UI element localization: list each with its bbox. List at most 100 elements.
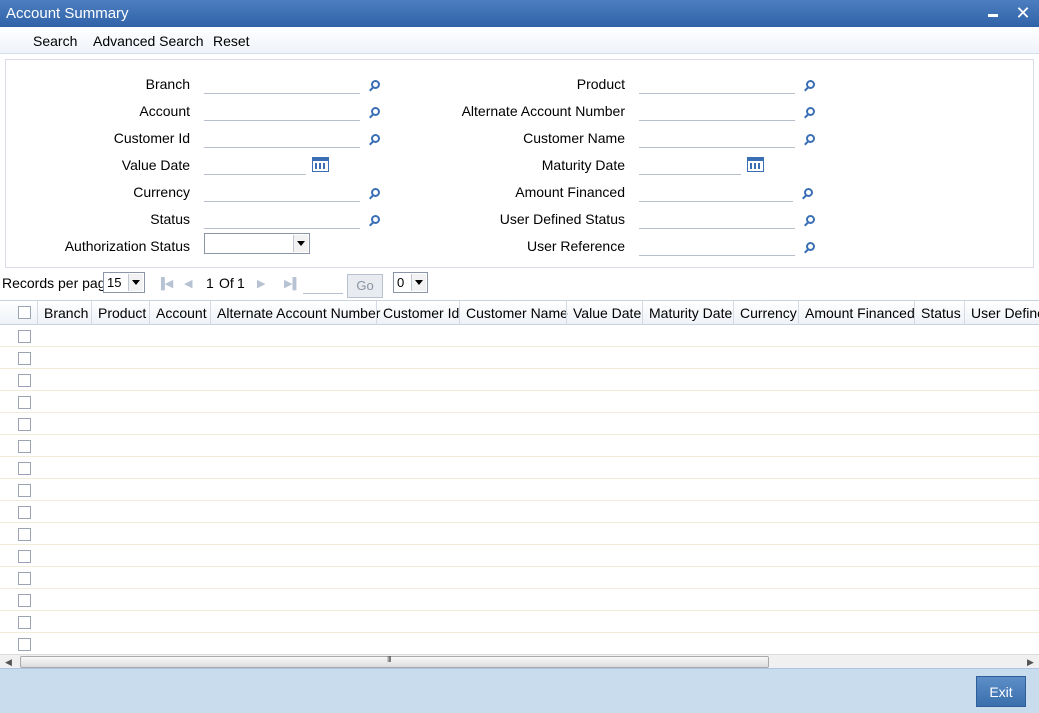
reset-button[interactable]: Reset	[213, 33, 250, 49]
product-search-icon[interactable]	[803, 79, 817, 93]
value-date-calendar-icon[interactable]	[312, 157, 329, 172]
column-header-status[interactable]: Status	[921, 305, 961, 321]
user-defined-status-search-icon[interactable]	[803, 214, 817, 228]
column-header-maturity-date[interactable]: Maturity Date	[649, 305, 732, 321]
table-row[interactable]	[0, 589, 1039, 611]
column-header-user-defined-status[interactable]: User Define	[971, 305, 1039, 321]
column-separator	[733, 301, 734, 325]
table-row[interactable]	[0, 545, 1039, 567]
first-page-icon[interactable]: ▐◀	[157, 278, 173, 290]
alternate-account-number-search-icon[interactable]	[803, 106, 817, 120]
next-page-icon[interactable]: ▶	[257, 278, 269, 290]
customer-id-search-icon[interactable]	[368, 133, 382, 147]
total-pages: 1	[237, 275, 245, 291]
customer-id-field[interactable]	[204, 128, 360, 148]
page-select-value: 0	[397, 275, 405, 290]
product-field[interactable]	[639, 74, 795, 94]
row-checkbox[interactable]	[18, 550, 31, 563]
row-checkbox[interactable]	[18, 572, 31, 585]
table-row[interactable]	[0, 611, 1039, 633]
table-row[interactable]	[0, 501, 1039, 523]
user-reference-field[interactable]	[639, 236, 795, 256]
currency-label: Currency	[133, 184, 190, 200]
row-checkbox[interactable]	[18, 374, 31, 387]
status-search-icon[interactable]	[368, 214, 382, 228]
column-header-customer-id[interactable]: Customer Id	[383, 305, 459, 321]
customer-name-search-icon[interactable]	[803, 133, 817, 147]
column-separator	[91, 301, 92, 325]
scroll-right-icon[interactable]: ▶	[1027, 656, 1037, 668]
branch-field[interactable]	[204, 74, 360, 94]
row-checkbox[interactable]	[18, 462, 31, 475]
maturity-date-calendar-icon[interactable]	[747, 157, 764, 172]
column-header-branch[interactable]: Branch	[44, 305, 88, 321]
table-row[interactable]	[0, 633, 1039, 654]
value-date-field[interactable]	[204, 155, 306, 175]
alternate-account-number-field[interactable]	[639, 101, 795, 121]
user-reference-label: User Reference	[526, 238, 625, 254]
go-to-page-input[interactable]	[303, 274, 343, 294]
column-header-customer-name[interactable]: Customer Name	[466, 305, 568, 321]
pagination-bar: Records per page 15 ▐◀ ◀ 1 Of 1 ▶ ▶▌ Go …	[0, 270, 1039, 298]
row-checkbox[interactable]	[18, 594, 31, 607]
row-checkbox[interactable]	[18, 616, 31, 629]
row-checkbox[interactable]	[18, 638, 31, 651]
close-icon[interactable]: ✕	[1014, 4, 1032, 22]
select-all-checkbox[interactable]	[18, 306, 31, 319]
user-defined-status-field[interactable]	[639, 209, 795, 229]
column-separator	[642, 301, 643, 325]
records-per-page-select[interactable]: 15	[103, 272, 145, 293]
table-row[interactable]	[0, 413, 1039, 435]
alternate-account-number-label: Alternate Account Number	[461, 103, 625, 119]
table-row[interactable]	[0, 457, 1039, 479]
user-defined-status-label: User Defined Status	[499, 211, 625, 227]
table-row[interactable]	[0, 479, 1039, 501]
currency-field[interactable]	[204, 182, 360, 202]
column-header-amount-financed[interactable]: Amount Financed	[805, 305, 915, 321]
table-row[interactable]	[0, 325, 1039, 347]
horizontal-scrollbar[interactable]: ◀ ▶	[0, 654, 1039, 668]
table-row[interactable]	[0, 523, 1039, 545]
window-title: Account Summary	[6, 5, 129, 22]
minimize-icon[interactable]	[984, 4, 1002, 22]
row-checkbox[interactable]	[18, 528, 31, 541]
search-button[interactable]: Search	[33, 33, 77, 49]
user-reference-search-icon[interactable]	[803, 241, 817, 255]
account-search-icon[interactable]	[368, 106, 382, 120]
page-select[interactable]: 0	[393, 272, 428, 293]
table-row[interactable]	[0, 391, 1039, 413]
column-header-value-date[interactable]: Value Date	[573, 305, 641, 321]
column-header-alternate-account-number[interactable]: Alternate Account Number	[217, 305, 380, 321]
table-row[interactable]	[0, 369, 1039, 391]
exit-button[interactable]: Exit	[976, 676, 1026, 707]
row-checkbox[interactable]	[18, 352, 31, 365]
table-row[interactable]	[0, 347, 1039, 369]
scroll-left-icon[interactable]: ◀	[5, 656, 15, 668]
currency-search-icon[interactable]	[368, 187, 382, 201]
row-checkbox[interactable]	[18, 440, 31, 453]
previous-page-icon[interactable]: ◀	[184, 278, 196, 290]
row-checkbox[interactable]	[18, 506, 31, 519]
row-checkbox[interactable]	[18, 396, 31, 409]
amount-financed-field[interactable]	[639, 182, 793, 202]
row-checkbox[interactable]	[18, 330, 31, 343]
branch-search-icon[interactable]	[368, 79, 382, 93]
row-checkbox[interactable]	[18, 484, 31, 497]
table-row[interactable]	[0, 435, 1039, 457]
column-header-account[interactable]: Account	[156, 305, 207, 321]
column-header-product[interactable]: Product	[98, 305, 146, 321]
account-field[interactable]	[204, 101, 360, 121]
authorization-status-select[interactable]	[204, 233, 310, 254]
last-page-icon[interactable]: ▶▌	[284, 278, 300, 290]
table-row[interactable]	[0, 567, 1039, 589]
maturity-date-field[interactable]	[639, 155, 741, 175]
scrollbar-thumb[interactable]	[20, 655, 769, 668]
advanced-search-button[interactable]: Advanced Search	[93, 33, 204, 49]
amount-financed-search-icon[interactable]	[801, 187, 815, 201]
status-field[interactable]	[204, 209, 360, 229]
go-button[interactable]: Go	[347, 274, 383, 298]
column-header-currency[interactable]: Currency	[740, 305, 797, 321]
branch-label: Branch	[145, 76, 190, 92]
customer-name-field[interactable]	[639, 128, 795, 148]
row-checkbox[interactable]	[18, 418, 31, 431]
